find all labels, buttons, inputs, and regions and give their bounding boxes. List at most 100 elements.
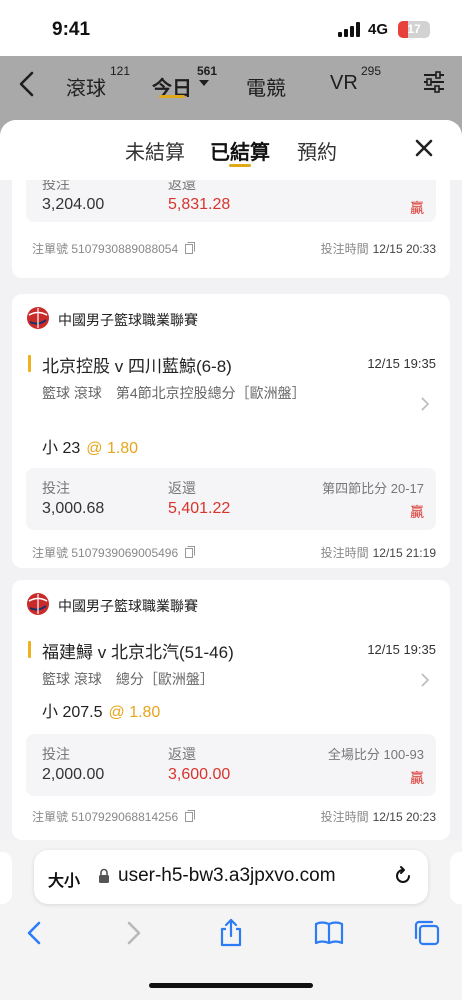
battery-icon: 17 xyxy=(398,21,430,38)
tab-settled-underline xyxy=(229,164,251,167)
tab-esports[interactable]: 電競 xyxy=(246,72,286,101)
bet-time-label: 投注時間 xyxy=(320,810,369,824)
match-time: 12/15 19:35 xyxy=(367,356,436,371)
stake-value: 2,000.00 xyxy=(42,766,105,783)
url-text[interactable]: user-h5-bw3.a3jpxvo.com xyxy=(118,865,336,887)
status-bar: 9:41 4G 17 xyxy=(0,0,462,56)
tab-in-play-count: 121 xyxy=(110,64,131,78)
order-no-value: 5107939069005496 xyxy=(71,546,179,560)
pick-value: 小 23 xyxy=(42,440,81,457)
copy-icon[interactable] xyxy=(185,546,196,558)
tab-reserved[interactable]: 預約 xyxy=(297,136,337,165)
order-no-label: 注單號 xyxy=(32,546,69,560)
return-value: 5,831.28 xyxy=(168,196,231,213)
sheet-header: 未結算 已結算 預約 xyxy=(0,120,462,180)
bookmarks-icon[interactable] xyxy=(314,918,344,948)
bet-type: 籃球 滾球 第4節北京控股總分［歐洲盤］ xyxy=(42,385,306,401)
previous-tab-peek[interactable] xyxy=(0,852,12,904)
back-icon[interactable] xyxy=(20,918,50,948)
reload-icon[interactable] xyxy=(392,865,414,887)
basketball-league-logo-icon xyxy=(27,593,49,615)
bet-time-value: 12/15 20:33 xyxy=(372,242,436,256)
lock-icon xyxy=(99,868,109,883)
stake-value: 3,000.68 xyxy=(42,500,105,517)
home-indicator xyxy=(149,983,313,988)
bet-time-value: 12/15 20:23 xyxy=(372,810,436,824)
settings-sliders-icon[interactable] xyxy=(423,70,445,94)
result-badge: 贏 xyxy=(410,770,424,786)
order-no-value: 5107930889088054 xyxy=(71,242,179,256)
copy-icon[interactable] xyxy=(185,242,196,254)
bet-type: 籃球 滾球 總分［歐洲盤］ xyxy=(42,671,214,687)
bet-footer: 注單號 5107939069005496 投注時間 12/15 21:19 xyxy=(26,544,436,562)
final-score: 第四節比分 20-17 xyxy=(322,481,424,496)
match-accent-bar xyxy=(28,355,31,372)
league-name: 中國男子籃球職業聯賽 xyxy=(58,312,198,328)
order-no-value: 5107929068814256 xyxy=(71,810,179,824)
bet-footer: 注單號 5107930889088054 投注時間 12/15 20:33 xyxy=(26,240,436,258)
next-tab-peek[interactable] xyxy=(450,852,462,904)
bet-footer: 注單號 5107929068814256 投注時間 12/15 20:23 xyxy=(26,808,436,826)
return-label: 返還 xyxy=(168,480,196,496)
forward-icon[interactable] xyxy=(118,918,148,948)
cellular-signal-icon xyxy=(338,22,360,37)
league-name: 中國男子籃球職業聯賽 xyxy=(58,598,198,614)
bet-summary: 投注 2,000.00 返還 3,600.00 全場比分 100-93 贏 xyxy=(26,734,436,796)
chevron-right-icon[interactable] xyxy=(420,396,430,412)
tab-vr[interactable]: VR xyxy=(330,72,358,95)
bet-card[interactable]: 中國男子籃球職業聯賽 福建鱘 v 北京北汽(51-46) 12/15 19:35… xyxy=(12,580,450,840)
order-no-label: 注單號 xyxy=(32,810,69,824)
stake-value: 3,204.00 xyxy=(42,196,105,213)
tab-settled[interactable]: 已結算 xyxy=(210,136,270,165)
copy-icon[interactable] xyxy=(185,810,196,822)
close-icon[interactable] xyxy=(414,138,434,158)
final-score: 全場比分 100-93 xyxy=(327,747,424,762)
bet-summary: 投注 3,000.68 返還 5,401.22 第四節比分 20-17 贏 xyxy=(26,468,436,530)
tab-in-play[interactable]: 滾球 xyxy=(66,72,106,101)
stake-label: 投注 xyxy=(42,480,70,496)
bet-time-label: 投注時間 xyxy=(320,546,369,560)
stake-label: 投注 xyxy=(42,180,70,192)
match-title: 北京控股 v 四川藍鯨(6-8) xyxy=(42,357,232,376)
return-label: 返還 xyxy=(168,746,196,762)
back-arrow-icon[interactable] xyxy=(16,70,38,98)
return-value: 5,401.22 xyxy=(168,500,231,517)
browser-chrome: 大小 user-h5-bw3.a3jpxvo.com xyxy=(0,840,462,1000)
result-badge: 贏 xyxy=(410,504,424,520)
tabs-icon[interactable] xyxy=(412,918,442,948)
match-title: 福建鱘 v 北京北汽(51-46) xyxy=(42,643,234,662)
text-size-button[interactable]: 大小 xyxy=(48,867,80,891)
result-badge: 贏 xyxy=(410,200,424,216)
bet-history-sheet: 未結算 已結算 預約 投注 3,204.00 返還 5,831.28 贏 注單號… xyxy=(0,120,462,840)
chevron-right-icon[interactable] xyxy=(420,672,430,688)
tab-vr-count: 295 xyxy=(361,64,382,78)
bet-time-value: 12/15 21:19 xyxy=(372,546,436,560)
bet-pick: 小 207.5 @ 1.80 xyxy=(42,698,160,722)
return-value: 3,600.00 xyxy=(168,766,231,783)
bet-card[interactable]: 中國男子籃球職業聯賽 北京控股 v 四川藍鯨(6-8) 12/15 19:35 … xyxy=(12,294,450,568)
return-label: 返還 xyxy=(168,180,196,192)
tab-unsettled[interactable]: 未結算 xyxy=(125,136,185,165)
address-bar[interactable]: 大小 user-h5-bw3.a3jpxvo.com xyxy=(34,850,428,904)
share-icon[interactable] xyxy=(216,918,246,948)
battery-level: 17 xyxy=(407,22,421,36)
app-header: 滾球 121 今日 561 電競 VR 295 xyxy=(0,56,462,120)
bet-pick: 小 23 @ 1.80 xyxy=(42,434,138,458)
order-no-label: 注單號 xyxy=(32,242,69,256)
pick-value: 小 207.5 xyxy=(42,704,103,721)
bet-list[interactable]: 投注 3,204.00 返還 5,831.28 贏 注單號 5107930889… xyxy=(0,180,462,840)
network-type: 4G xyxy=(368,21,389,38)
odds-value: @ 1.80 xyxy=(108,704,161,721)
tab-today-count: 561 xyxy=(197,64,218,78)
bet-time-label: 投注時間 xyxy=(320,242,369,256)
match-accent-bar xyxy=(28,641,31,658)
stake-label: 投注 xyxy=(42,746,70,762)
odds-value: @ 1.80 xyxy=(86,440,139,457)
chevron-down-icon[interactable] xyxy=(199,80,209,86)
tab-today-underline xyxy=(159,95,185,98)
match-time: 12/15 19:35 xyxy=(367,642,436,657)
status-time: 9:41 xyxy=(52,19,91,40)
basketball-league-logo-icon xyxy=(27,307,49,329)
bet-summary: 投注 3,204.00 返還 5,831.28 贏 xyxy=(26,180,436,222)
bet-card[interactable]: 投注 3,204.00 返還 5,831.28 贏 注單號 5107930889… xyxy=(12,180,450,278)
